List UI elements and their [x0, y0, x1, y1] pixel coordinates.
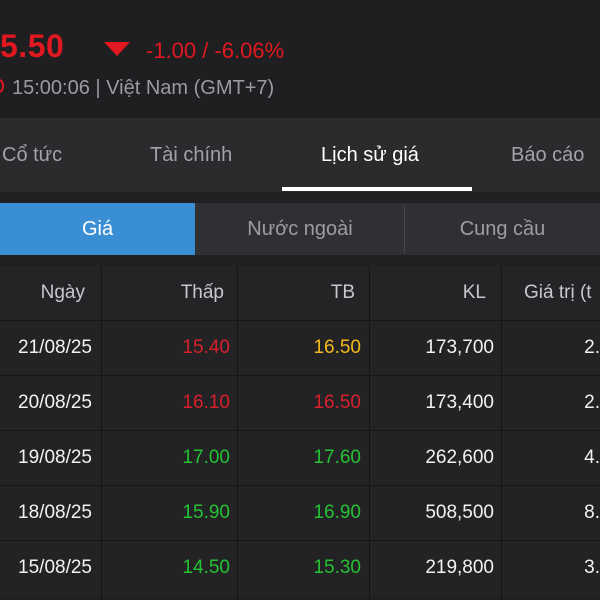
cell-volume: 219,800 [425, 557, 494, 578]
header-avg[interactable]: TB [238, 266, 355, 320]
cell-low: 14.50 [182, 557, 230, 578]
price-change: -1.00 / -6.06% [146, 38, 285, 63]
cell-date: 18/08/25 [18, 502, 92, 523]
tab-price-history[interactable]: Lịch sử giá [321, 118, 419, 192]
cell-avg: 17.60 [313, 447, 361, 468]
cell-avg: 16.90 [313, 502, 361, 523]
column-divider [101, 266, 102, 600]
active-tab-indicator [282, 187, 472, 191]
table-row[interactable]: 21/08/25 15.40 16.50 173,700 2. [0, 320, 600, 375]
table-row[interactable]: 18/08/25 15.90 16.90 508,500 8. [0, 485, 600, 540]
clock-icon [0, 79, 4, 93]
column-divider [501, 266, 502, 600]
cell-volume: 262,600 [425, 447, 494, 468]
cell-low: 17.00 [182, 447, 230, 468]
segment-foreign[interactable]: Nước ngoài [196, 203, 404, 255]
segmented-control: Giá Nước ngoài Cung cầu [0, 203, 600, 255]
cell-value: 8. [584, 502, 600, 523]
cell-avg: 15.30 [313, 557, 361, 578]
table-row[interactable]: 15/08/25 14.50 15.30 219,800 3. [0, 540, 600, 595]
stock-detail-screen: 5.50 -1.00 / -6.06% 15:00:06 | Việt Nam … [0, 0, 600, 600]
header-value[interactable]: Giá trị (t [524, 266, 600, 320]
cell-date: 21/08/25 [18, 337, 92, 358]
cell-value: 2. [584, 392, 600, 413]
cell-value: 2. [584, 337, 600, 358]
table-header: Ngày Thấp TB KL Giá trị (t [0, 266, 600, 320]
tab-dividends[interactable]: Cổ tức [2, 118, 62, 192]
tab-reports[interactable]: Báo cáo [511, 118, 584, 192]
cell-value: 3. [584, 557, 600, 578]
cell-low: 15.90 [182, 502, 230, 523]
cell-volume: 173,700 [425, 337, 494, 358]
cell-date: 15/08/25 [18, 557, 92, 578]
header-volume[interactable]: KL [370, 266, 486, 320]
header-low[interactable]: Thấp [108, 266, 224, 320]
segment-price[interactable]: Giá [0, 203, 195, 255]
column-divider [237, 266, 238, 600]
tab-financials[interactable]: Tài chính [150, 118, 232, 192]
cell-low: 16.10 [182, 392, 230, 413]
cell-avg: 16.50 [313, 392, 361, 413]
last-update-time: 15:00:06 | Việt Nam (GMT+7) [12, 77, 275, 99]
header-date[interactable]: Ngày [0, 266, 85, 320]
down-arrow-icon [104, 42, 130, 56]
segment-supply-demand[interactable]: Cung cầu [405, 203, 600, 255]
tab-bar: Cổ tức Tài chính Lịch sử giá Báo cáo [0, 118, 600, 192]
cell-volume: 173,400 [425, 392, 494, 413]
cell-date: 20/08/25 [18, 392, 92, 413]
cell-volume: 508,500 [425, 502, 494, 523]
cell-date: 19/08/25 [18, 447, 92, 468]
price-header: 5.50 -1.00 / -6.06% 15:00:06 | Việt Nam … [0, 0, 600, 118]
price-history-table: Ngày Thấp TB KL Giá trị (t 21/08/25 15.4… [0, 266, 600, 595]
cell-value: 4. [584, 447, 600, 468]
table-row[interactable]: 19/08/25 17.00 17.60 262,600 4. [0, 430, 600, 485]
segment-divider [404, 205, 405, 253]
cell-avg: 16.50 [313, 337, 361, 358]
table-row[interactable]: 20/08/25 16.10 16.50 173,400 2. [0, 375, 600, 430]
cell-low: 15.40 [182, 337, 230, 358]
current-price: 5.50 [0, 28, 65, 64]
column-divider [369, 266, 370, 600]
